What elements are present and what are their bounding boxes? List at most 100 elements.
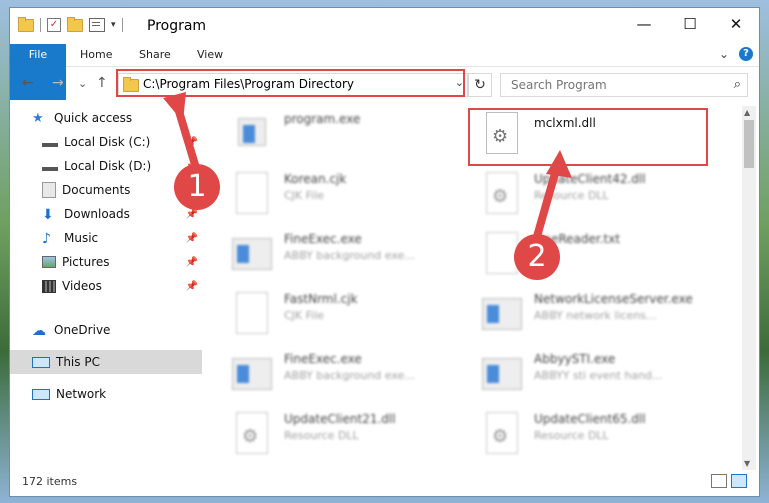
tab-share[interactable]: Share xyxy=(139,44,171,66)
file-name: NetworkLicenseServer.exe xyxy=(534,292,693,306)
file-item[interactable]: program.exe xyxy=(228,106,468,162)
qat-dropdown-icon[interactable]: ▾ xyxy=(111,20,116,30)
expand-ribbon-icon[interactable]: ⌄ xyxy=(719,47,729,61)
sidebar-item-onedrive[interactable]: ☁ OneDrive xyxy=(32,318,202,342)
file-name: AbbyySTI.exe xyxy=(534,352,616,366)
file-item[interactable]: AbbyySTI.exe ABBYY sti event hand... xyxy=(478,346,718,402)
file-type: CJK File xyxy=(284,309,325,322)
sidebar-item-quick-access[interactable]: ★ Quick access xyxy=(32,106,202,130)
search-box[interactable]: ⌕ xyxy=(500,73,748,97)
file-item[interactable]: UpdateClient42.dll Resource DLL xyxy=(478,166,718,222)
file-item[interactable]: UpdateClient21.dll Resource DLL xyxy=(228,406,468,462)
sidebar-item-network[interactable]: Network xyxy=(32,382,202,406)
refresh-button[interactable]: ↻ xyxy=(468,73,492,97)
navigation-bar: ← → ⌄ ↑ C:\Program Files\Program Directo… xyxy=(10,70,759,98)
drive-icon xyxy=(42,137,58,147)
navigation-pane: ★ Quick access Local Disk (C:) 📌 Local D… xyxy=(10,106,206,462)
file-name: Korean.cjk xyxy=(284,172,347,186)
exe-icon xyxy=(232,350,272,394)
sidebar-item-videos[interactable]: Videos 📌 xyxy=(42,274,202,298)
sidebar-item-label: Documents xyxy=(62,183,131,197)
new-folder-icon[interactable] xyxy=(67,16,83,32)
file-item[interactable]: FineExec.exe ABBY background exe... xyxy=(228,346,468,402)
back-button[interactable]: ← xyxy=(22,75,34,91)
status-bar: 172 items xyxy=(10,470,759,494)
pin-icon[interactable]: 📌 xyxy=(186,281,198,292)
sidebar-item-music[interactable]: ♪ Music 📌 xyxy=(42,226,202,250)
maximize-button[interactable]: ☐ xyxy=(667,8,713,40)
file-name: program.exe xyxy=(284,112,361,126)
forward-button[interactable]: → xyxy=(52,75,64,91)
separator xyxy=(40,18,41,32)
ribbon-tabs: File Home Share View ⌄ ? xyxy=(10,44,759,100)
star-icon: ★ xyxy=(32,111,44,126)
file-type: Resource DLL xyxy=(534,429,609,442)
address-dropdown-icon[interactable]: ⌄ xyxy=(455,76,464,89)
file-item[interactable]: NetworkLicenseServer.exe ABBY network li… xyxy=(478,286,718,342)
customize-toolbar-icon[interactable] xyxy=(89,18,105,32)
file-icon xyxy=(232,170,270,214)
folder-icon xyxy=(123,77,139,92)
pin-icon[interactable]: 📌 xyxy=(186,257,198,268)
window-controls: — ☐ ✕ xyxy=(621,8,759,40)
tab-home[interactable]: Home xyxy=(80,44,112,66)
sidebar-item-label: Pictures xyxy=(62,255,110,269)
large-icons-view-icon[interactable] xyxy=(731,474,747,488)
address-bar[interactable]: C:\Program Files\Program Directory ⌄ xyxy=(118,73,468,97)
minimize-button[interactable]: — xyxy=(621,8,667,40)
file-item[interactable]: Korean.cjk CJK File xyxy=(228,166,468,222)
properties-check-icon[interactable]: ✓ xyxy=(47,18,61,32)
search-input[interactable] xyxy=(509,77,723,93)
pin-icon[interactable]: 📌 xyxy=(186,137,198,148)
music-icon: ♪ xyxy=(42,231,51,247)
documents-icon xyxy=(42,182,56,198)
file-name: UpdateClient21.dll xyxy=(284,412,396,426)
view-buttons xyxy=(711,474,747,488)
file-type: ABBYY sti event hand... xyxy=(534,369,663,382)
pictures-icon xyxy=(42,256,56,268)
tab-view[interactable]: View xyxy=(197,44,223,66)
sidebar-item-label: Local Disk (C:) xyxy=(64,135,151,149)
dll-gear-icon xyxy=(482,410,520,454)
computer-icon xyxy=(32,356,50,368)
separator xyxy=(121,18,123,32)
download-icon: ⬇ xyxy=(42,207,54,223)
sidebar-item-this-pc[interactable]: This PC xyxy=(10,350,202,374)
ribbon-right: ⌄ ? xyxy=(719,47,753,61)
item-count: 172 items xyxy=(22,475,78,488)
help-icon[interactable]: ? xyxy=(739,47,753,61)
scroll-thumb[interactable] xyxy=(744,120,754,168)
scroll-down-icon[interactable]: ▼ xyxy=(744,459,750,468)
details-view-icon[interactable] xyxy=(711,474,727,488)
file-item[interactable]: FastNrml.cjk CJK File xyxy=(228,286,468,342)
selection-highlight xyxy=(468,108,708,166)
drive-icon xyxy=(42,161,58,171)
file-item[interactable]: UpdateClient65.dll Resource DLL xyxy=(478,406,718,462)
sidebar-item-label: Music xyxy=(64,231,99,245)
sidebar-item-label: Downloads xyxy=(64,207,130,221)
exe-icon xyxy=(482,350,522,394)
dll-gear-icon xyxy=(232,410,270,454)
vertical-scrollbar[interactable]: ▲ ▼ xyxy=(742,106,756,470)
title-bar: ✓ ▾ Program — ☐ ✕ xyxy=(10,8,759,44)
file-type: CJK File xyxy=(284,189,325,202)
sidebar-item-label: Videos xyxy=(62,279,102,293)
pin-icon[interactable]: 📌 xyxy=(186,233,198,244)
file-item[interactable]: FineExec.exe ABBY background exe... xyxy=(228,226,468,282)
pin-icon[interactable]: 📌 xyxy=(186,209,198,220)
sidebar-item-local-disk-c[interactable]: Local Disk (C:) 📌 xyxy=(42,130,202,154)
sidebar-item-pictures[interactable]: Pictures 📌 xyxy=(42,250,202,274)
sidebar-item-downloads[interactable]: ⬇ Downloads 📌 xyxy=(42,202,202,226)
close-button[interactable]: ✕ xyxy=(713,8,759,40)
file-type: ABBY background exe... xyxy=(284,249,415,262)
search-icon[interactable]: ⌕ xyxy=(734,77,741,92)
file-name: UpdateClient65.dll xyxy=(534,412,646,426)
scroll-up-icon[interactable]: ▲ xyxy=(744,108,750,117)
sidebar-item-label: This PC xyxy=(56,355,100,369)
file-name: UpdateClient42.dll xyxy=(534,172,646,186)
recent-locations-button[interactable]: ⌄ xyxy=(78,77,87,90)
file-icon xyxy=(232,290,270,334)
file-type: Resource DLL xyxy=(284,429,359,442)
explorer-window: ✓ ▾ Program — ☐ ✕ File Home Share View ⌄… xyxy=(10,8,759,496)
up-button[interactable]: ↑ xyxy=(96,75,108,91)
